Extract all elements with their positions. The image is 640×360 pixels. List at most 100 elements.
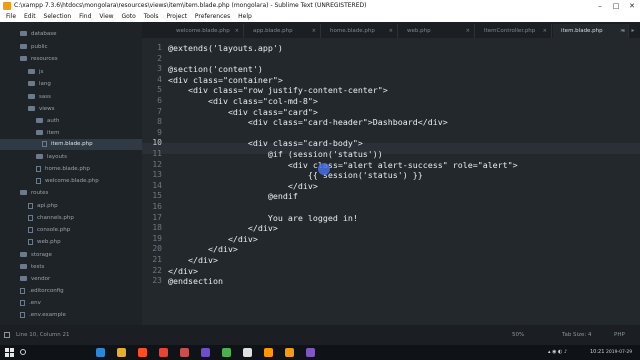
clock-time: 10:21 [590,349,605,355]
close-tab-icon[interactable]: × [466,24,470,38]
zoom-level: 50% [512,332,525,338]
folder-icon [36,130,43,135]
panel-toggle-icon[interactable] [4,332,10,338]
menu-find[interactable]: Find [79,12,91,22]
sidebar-item-lang[interactable]: lang [28,79,51,90]
code-line[interactable]: @extends('layouts.app') [168,43,283,54]
sidebar-item-js[interactable]: js [28,67,43,78]
menu-edit[interactable]: Edit [24,12,36,22]
menu-tools[interactable]: Tools [144,12,159,22]
tab-item-controller[interactable]: ItemController.php × [476,24,552,38]
sidebar-item-welcome-blade[interactable]: welcome.blade.php [36,176,99,187]
taskbar-app-icon[interactable] [96,348,105,357]
sidebar-item-views[interactable]: views [28,104,55,115]
sidebar-item-public[interactable]: public [20,42,48,53]
taskbar-app-icon[interactable] [264,348,273,357]
code-line[interactable]: <div class="card"> [168,107,318,118]
tab-web[interactable]: web.php × [399,24,475,38]
menu-help[interactable]: Help [238,12,252,22]
code-line[interactable]: </div> [168,223,278,234]
windows-start-icon[interactable] [5,348,14,357]
taskbar-app-icon[interactable] [159,348,168,357]
menu-view[interactable]: View [99,12,113,22]
menu-goto[interactable]: Goto [121,12,135,22]
maximize-button[interactable]: □ [608,0,624,12]
code-line[interactable]: </div> [168,266,198,277]
syntax-mode[interactable]: PHP [614,325,625,345]
code-line[interactable]: <div class="container"> [168,75,283,86]
code-line[interactable]: @section('content') [168,64,263,75]
sidebar-item-auth[interactable]: auth [36,116,60,127]
sidebar-item-item-blade[interactable]: item.blade.php [0,139,142,150]
code-line[interactable]: </div> [168,255,218,266]
taskbar-app-icon[interactable] [180,348,189,357]
sidebar-item-channels[interactable]: channels.php [28,213,74,224]
tab-home-blade[interactable]: home.blade.php × [322,24,398,38]
menu-file[interactable]: File [6,12,16,22]
sidebar-item-database[interactable]: database [20,29,57,40]
sidebar-item-console[interactable]: console.php [28,225,70,236]
code-editor[interactable]: 1 2 3 4 5 6 7 8 9 10 11 12 13 14 15 16 17 18 19 20 21 22 23 @e… [142,38,640,325]
tray-icons: ▴ ◉ ◐ ♪ [548,349,568,355]
tab-welcome-blade[interactable]: welcome.blade.php × [168,24,244,38]
menu-project[interactable]: Project [166,12,187,22]
close-tab-icon[interactable]: × [389,24,393,38]
sidebar-item-item[interactable]: item [36,128,59,139]
menu-preferences[interactable]: Preferences [195,12,230,22]
code-line[interactable]: @endsection [168,276,223,287]
folder-icon [20,44,27,49]
sublime-app-icon [3,2,11,10]
sidebar-item-layouts[interactable]: layouts [36,152,67,163]
code-line[interactable]: @if (session('status')) [168,149,383,160]
line-number: 23 [152,276,162,286]
folder-icon [20,56,27,61]
close-tab-icon[interactable]: × [312,24,316,38]
close-tab-icon[interactable]: × [235,24,239,38]
code-line[interactable]: </div> [168,244,238,255]
line-number: 5 [157,85,162,95]
sidebar-item-resources[interactable]: resources [20,54,58,65]
taskbar-app-icon[interactable] [201,348,210,357]
sidebar-item-editorconfig[interactable]: .editorconfig [20,286,64,297]
sidebar-item-api[interactable]: api.php [28,201,58,212]
taskbar-app-icon[interactable] [138,348,147,357]
code-line[interactable]: <div class="card-header">Dashboard</div> [168,117,448,128]
taskbar-app-icon[interactable] [285,348,294,357]
taskbar-app-icon[interactable] [306,348,315,357]
line-number: 8 [157,117,162,127]
line-number: 15 [152,191,162,201]
code-line[interactable]: </div> [168,234,258,245]
sidebar-item-env-example[interactable]: .env.example [20,310,66,321]
search-icon[interactable] [20,349,26,355]
sidebar-item-storage[interactable]: storage [20,250,52,261]
code-line[interactable]: <div class="alert alert-success" role="a… [168,160,518,171]
close-window-button[interactable]: ✕ [624,0,640,12]
taskbar-app-icon[interactable] [222,348,231,357]
tab-size[interactable]: Tab Size: 4 [562,325,591,345]
menu-selection[interactable]: Selection [44,12,72,22]
sidebar-item-sass[interactable]: sass [28,92,51,103]
code-line[interactable]: @endif [168,191,298,202]
code-line[interactable]: <div class="card-body"> [168,138,363,149]
minimize-button[interactable]: – [592,0,608,12]
sidebar-item-web[interactable]: web.php [28,237,61,248]
line-number: 19 [152,233,162,243]
sidebar-item-tests[interactable]: tests [20,262,44,273]
line-number: 2 [157,53,162,63]
sidebar-item-env[interactable]: .env [20,298,41,309]
code-line[interactable]: <div class="col-md-8"> [168,96,318,107]
code-line[interactable]: </div> [168,181,318,192]
taskbar-app-icon[interactable] [243,348,252,357]
tab-scroll-left-icon[interactable]: ◂ [618,24,628,38]
code-line[interactable]: {{ session('status') }} [168,170,423,181]
sidebar-item-home-blade[interactable]: home.blade.php [36,164,90,175]
taskbar: ▴ ◉ ◐ ♪ 10:21 2019-07-29 [0,345,640,360]
close-tab-icon[interactable]: × [543,24,547,38]
sidebar-item-routes[interactable]: routes [20,188,48,199]
tab-scroll-right-icon[interactable]: ▸ [628,24,638,38]
code-line[interactable]: You are logged in! [168,213,358,224]
code-line[interactable]: <div class="row justify-content-center"> [168,85,388,96]
taskbar-app-icon[interactable] [117,348,126,357]
tab-app-blade[interactable]: app.blade.php × [245,24,321,38]
sidebar-item-vendor[interactable]: vendor [20,274,50,285]
